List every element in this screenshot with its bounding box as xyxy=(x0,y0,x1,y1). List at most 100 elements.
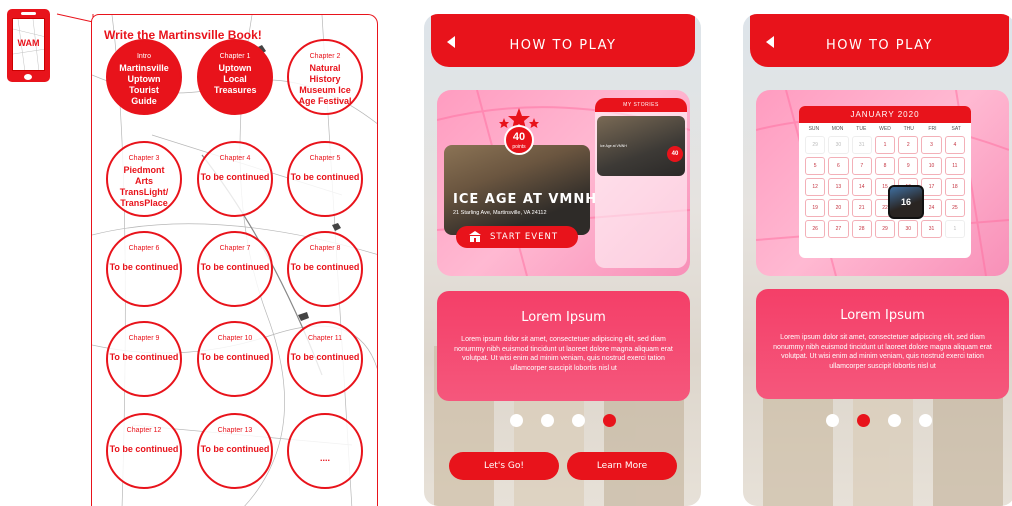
points-badge: 40 points xyxy=(504,125,534,155)
calendar-day[interactable]: 21 xyxy=(851,199,872,217)
chapter-name: To be continued xyxy=(290,172,360,182)
calendar-day[interactable]: 13 xyxy=(828,178,849,196)
calendar-day[interactable]: 24 xyxy=(921,199,942,217)
chapter-label: Chapter 12 xyxy=(126,427,162,434)
calendar-day[interactable]: 1 xyxy=(944,220,965,238)
calendar-day[interactable]: 17 xyxy=(921,178,942,196)
calendar-weekdays: SUN MON TUE WED THU FRI SAT xyxy=(799,123,971,132)
calendar-day[interactable]: 30 xyxy=(898,220,919,238)
calendar-day[interactable]: 31 xyxy=(921,220,942,238)
chapter-name: Martinsville Uptown Tourist Guide xyxy=(119,63,169,106)
chapter-10[interactable]: Chapter 10 To be continued xyxy=(197,321,273,397)
chapter-name: Uptown Local Treasures xyxy=(214,63,257,95)
calendar-day[interactable]: 9 xyxy=(898,157,919,175)
page-dot[interactable] xyxy=(540,414,554,427)
page-dot-active[interactable] xyxy=(602,414,616,427)
points-unit: points xyxy=(512,144,526,150)
calendar-day[interactable]: 3 xyxy=(921,136,942,154)
calendar-day[interactable]: 29 xyxy=(874,220,896,238)
chapter-9[interactable]: Chapter 9 To be continued xyxy=(106,321,182,397)
calendar-day[interactable]: 28 xyxy=(851,220,872,238)
chapter-2[interactable]: Chapter 2 Natural History Museum Ice Age… xyxy=(287,39,363,115)
calendar-day[interactable]: 4 xyxy=(944,136,965,154)
page-dot[interactable] xyxy=(888,414,901,427)
chapter-name: To be continued xyxy=(200,444,270,454)
calendar-day[interactable]: 31 xyxy=(851,136,872,154)
book-panel: Write the Martinsville Book! Intro Marti… xyxy=(91,14,378,506)
chapter-label: Chapter 2 xyxy=(309,53,341,60)
chapter-label: Chapter 7 xyxy=(219,245,251,252)
weekday-label: SAT xyxy=(951,126,961,132)
calendar-day[interactable]: 7 xyxy=(851,157,872,175)
calendar-grid: 2930311234567891011121314151617181920212… xyxy=(799,132,971,242)
chapter-name: To be continued xyxy=(200,262,270,272)
page-dot[interactable] xyxy=(509,414,523,427)
how-to-play-screen-calendar: HOW TO PLAY JANUARY 2020 SUN MON TUE WED THU… xyxy=(743,14,1012,506)
calendar-day[interactable]: 14 xyxy=(851,178,872,196)
chapter-8[interactable]: Chapter 8 To be continued xyxy=(287,231,363,307)
calendar-day[interactable]: 26 xyxy=(805,220,826,238)
chapter-11[interactable]: Chapter 11 To be continued xyxy=(287,321,363,397)
calendar-day[interactable]: 11 xyxy=(944,157,965,175)
callout-line xyxy=(56,13,94,23)
calendar-day[interactable]: 29 xyxy=(805,136,826,154)
header-bar: HOW TO PLAY xyxy=(750,14,1009,67)
weekday-label: FRI xyxy=(928,126,937,132)
page-dot[interactable] xyxy=(919,414,932,427)
highlighted-event-day[interactable]: 16 xyxy=(888,185,924,219)
mini-event-title: Ice Age at VMNH xyxy=(600,144,627,148)
chapter-3[interactable]: Chapter 3 Piedmont Arts TransLight/ Tran… xyxy=(106,141,182,217)
chapter-label: Chapter 13 xyxy=(217,427,253,434)
calendar-day[interactable]: 18 xyxy=(944,178,965,196)
page-dot[interactable] xyxy=(571,414,585,427)
chapter-label: Chapter 11 xyxy=(307,335,343,342)
chapter-4[interactable]: Chapter 4 To be continued xyxy=(197,141,273,217)
chapter-6[interactable]: Chapter 6 To be continued xyxy=(106,231,182,307)
calendar-day[interactable]: 1 xyxy=(874,136,896,154)
weekday-label: WED xyxy=(879,126,891,132)
calendar-day[interactable]: 30 xyxy=(828,136,849,154)
chapter-1[interactable]: Chapter 1 Uptown Local Treasures xyxy=(197,39,273,115)
calendar-card: JANUARY 2020 SUN MON TUE WED THU FRI SAT 29 30 3… xyxy=(756,90,1009,276)
chapter-name: To be continued xyxy=(290,352,360,362)
calendar-day[interactable]: 12 xyxy=(805,178,826,196)
chapter-5[interactable]: Chapter 5 To be continued xyxy=(287,141,363,217)
venue-icon xyxy=(469,231,481,242)
instructions-text: Lorem ipsum dolor sit amet, consectetuer… xyxy=(773,334,992,370)
page-indicator xyxy=(424,414,701,432)
start-event-label: START EVENT xyxy=(490,232,559,242)
chapter-name: Natural History Museum Ice Age Festival xyxy=(298,63,352,106)
start-event-button[interactable]: START EVENT xyxy=(456,226,578,248)
my-stories-label: MY STORIES xyxy=(595,98,687,112)
points-value: 40 xyxy=(512,131,526,143)
chapter-7[interactable]: Chapter 7 To be continued xyxy=(197,231,273,307)
instructions-card: Lorem Ipsum Lorem ipsum dolor sit amet, … xyxy=(756,289,1009,399)
calendar-day[interactable]: 8 xyxy=(874,157,896,175)
chapter-label: Chapter 10 xyxy=(217,335,253,342)
page-dot-active[interactable] xyxy=(857,414,870,427)
calendar-month: JANUARY 2020 xyxy=(799,106,971,123)
instructions-title: Lorem Ipsum xyxy=(521,310,606,325)
chapter-12[interactable]: Chapter 12 To be continued xyxy=(106,413,182,489)
calendar-day[interactable]: 19 xyxy=(805,199,826,217)
learn-more-button[interactable]: Learn More xyxy=(567,452,677,480)
chapter-name: To be continued xyxy=(109,444,179,454)
chapter-13[interactable]: Chapter 13 To be continued xyxy=(197,413,273,489)
chapter-more[interactable]: .... xyxy=(287,413,363,489)
page-dot[interactable] xyxy=(826,414,839,427)
calendar-day[interactable]: 20 xyxy=(828,199,849,217)
how-to-play-screen-event: HOW TO PLAY MY STORIES Ice Age at VMNH 4… xyxy=(424,14,701,506)
chapter-label: Chapter 3 xyxy=(128,155,160,162)
chapter-label: Chapter 6 xyxy=(128,245,160,252)
calendar-day[interactable]: 5 xyxy=(805,157,826,175)
chapter-intro[interactable]: Intro Martinsville Uptown Tourist Guide xyxy=(106,39,182,115)
instructions-text: Lorem ipsum dolor sit amet, consectetuer… xyxy=(454,336,673,372)
calendar-day[interactable]: 27 xyxy=(828,220,849,238)
calendar-day[interactable]: 25 xyxy=(944,199,965,217)
event-preview-card: MY STORIES Ice Age at VMNH 40 40 points … xyxy=(437,90,690,276)
calendar-day[interactable]: 10 xyxy=(921,157,942,175)
event-title: ICE AGE AT VMNH xyxy=(453,192,598,207)
calendar-day[interactable]: 6 xyxy=(828,157,849,175)
calendar-day[interactable]: 2 xyxy=(898,136,919,154)
lets-go-button[interactable]: Let's Go! xyxy=(449,452,559,480)
